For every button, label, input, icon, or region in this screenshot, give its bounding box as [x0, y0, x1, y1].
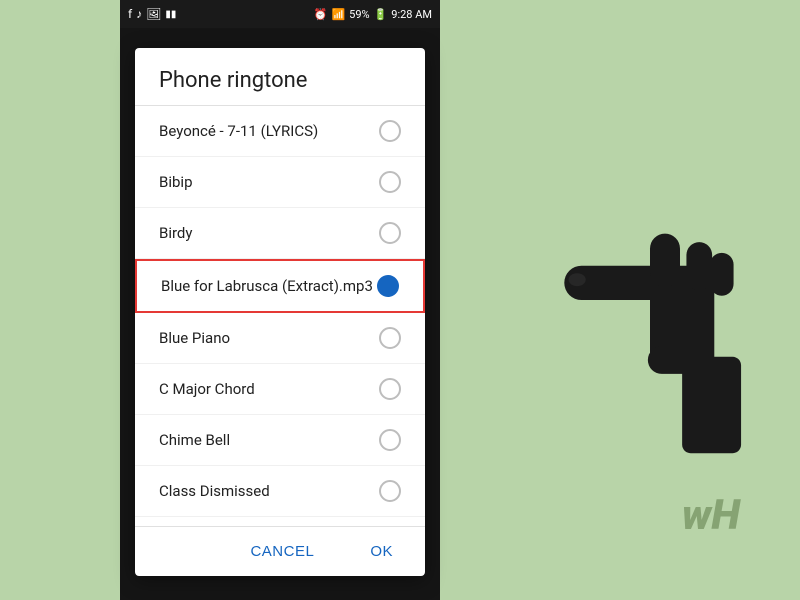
- phone-ringtone-dialog: Phone ringtone Beyoncé - 7-11 (LYRICS) B…: [135, 48, 425, 576]
- signal-icon: ▮▮: [165, 9, 176, 20]
- battery-level: 59%: [349, 8, 369, 21]
- ringtone-item[interactable]: Blue Piano: [135, 313, 425, 364]
- ringtone-item[interactable]: Diging: [135, 517, 425, 526]
- radio-button[interactable]: [379, 378, 401, 400]
- ringtone-name: Chime Bell: [159, 431, 379, 449]
- radio-button[interactable]: [379, 120, 401, 142]
- ringtone-name: Blue Piano: [159, 329, 379, 347]
- status-icons-left: f ♪ 🖼 ▮▮: [128, 7, 176, 21]
- ok-button[interactable]: OK: [354, 535, 409, 568]
- wifi-icon: 📶: [331, 8, 345, 21]
- ringtone-item[interactable]: Beyoncé - 7-11 (LYRICS): [135, 106, 425, 157]
- battery-icon: 🔋: [374, 8, 388, 21]
- ringtone-name: Bibip: [159, 173, 379, 191]
- ringtone-item[interactable]: Chime Bell: [135, 415, 425, 466]
- hand-cursor: [540, 180, 760, 480]
- ringtone-name: Birdy: [159, 224, 379, 242]
- ringtone-name: Blue for Labrusca (Extract).mp3: [161, 277, 377, 295]
- ringtone-item-selected[interactable]: Blue for Labrusca (Extract).mp3: [135, 259, 425, 313]
- ringtone-item[interactable]: C Major Chord: [135, 364, 425, 415]
- dialog-title: Phone ringtone: [135, 48, 425, 106]
- time-display: 9:28 AM: [391, 8, 432, 21]
- radio-button[interactable]: [379, 480, 401, 502]
- status-bar: f ♪ 🖼 ▮▮ ⏰ 📶 59% 🔋 9:28 AM: [120, 0, 440, 28]
- ringtone-item[interactable]: Bibip: [135, 157, 425, 208]
- alarm-icon: ⏰: [314, 8, 328, 21]
- watermark: wH: [682, 491, 740, 540]
- radio-button[interactable]: [379, 222, 401, 244]
- facebook-icon: f: [128, 7, 132, 21]
- cancel-button[interactable]: Cancel: [234, 535, 330, 568]
- radio-button-checked[interactable]: [377, 275, 399, 297]
- dialog-overlay: Phone ringtone Beyoncé - 7-11 (LYRICS) B…: [120, 28, 440, 600]
- ringtone-name: C Major Chord: [159, 380, 379, 398]
- ringtone-item[interactable]: Class Dismissed: [135, 466, 425, 517]
- ringtone-item[interactable]: Birdy: [135, 208, 425, 259]
- radio-button[interactable]: [379, 429, 401, 451]
- radio-button[interactable]: [379, 327, 401, 349]
- ringtone-name: Beyoncé - 7-11 (LYRICS): [159, 122, 379, 140]
- dialog-buttons: Cancel OK: [135, 526, 425, 576]
- ringtone-name: Class Dismissed: [159, 482, 379, 500]
- status-icons-right: ⏰ 📶 59% 🔋 9:28 AM: [314, 8, 432, 21]
- radio-button[interactable]: [379, 171, 401, 193]
- image-icon: 🖼: [146, 7, 161, 21]
- music-icon: ♪: [136, 7, 142, 21]
- ringtone-list[interactable]: Beyoncé - 7-11 (LYRICS) Bibip Birdy Blue…: [135, 106, 425, 526]
